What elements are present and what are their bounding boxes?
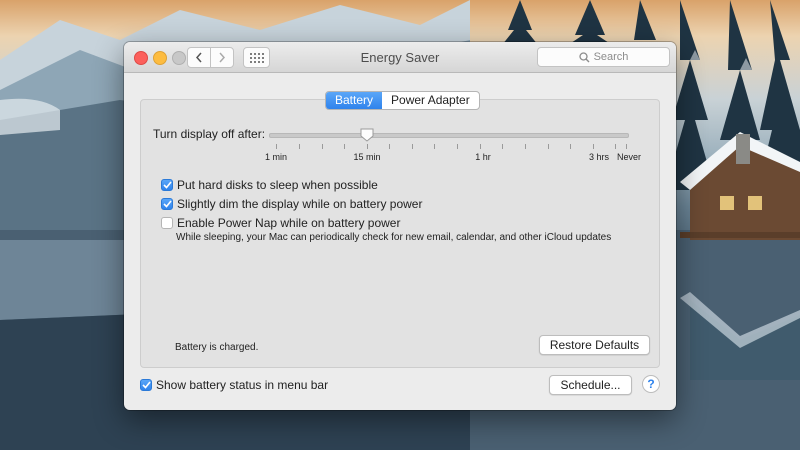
slider-tick — [593, 144, 594, 149]
slider-tick — [276, 144, 277, 149]
option-label: Enable Power Nap while on battery power — [177, 216, 401, 230]
checkmark-icon — [141, 381, 151, 389]
title-bar[interactable]: Energy Saver Search — [124, 42, 676, 73]
slider-tick-label: 1 hr — [475, 152, 491, 162]
option-label: Show battery status in menu bar — [156, 378, 329, 392]
slider-tick-label: 1 min — [264, 152, 288, 162]
slider-tick — [525, 144, 526, 149]
option-show-battery-status[interactable]: Show battery status in menu bar — [140, 378, 328, 392]
checkbox[interactable] — [161, 179, 173, 191]
slider-tick — [344, 144, 345, 149]
search-icon — [578, 51, 590, 62]
tab-power-adapter[interactable]: Power Adapter — [382, 92, 479, 109]
option-dim-display[interactable]: Slightly dim the display while on batter… — [161, 197, 422, 211]
help-icon[interactable]: ? — [642, 375, 660, 393]
slider-tick — [389, 144, 390, 149]
checkbox[interactable] — [161, 198, 173, 210]
option-hard-disk-sleep[interactable]: Put hard disks to sleep when possible — [161, 178, 378, 192]
slider-tick — [322, 144, 323, 149]
search-placeholder: Search — [593, 51, 629, 63]
slider-tick — [299, 144, 300, 149]
slider-tick-label: 3 hrs — [588, 152, 610, 162]
tab-battery[interactable]: Battery — [326, 92, 383, 109]
battery-status-text: Battery is charged. — [175, 342, 259, 353]
display-off-slider-track[interactable] — [269, 133, 629, 138]
slider-tick — [502, 144, 503, 149]
slider-tick — [480, 144, 481, 149]
schedule-button[interactable]: Schedule... — [549, 375, 632, 395]
display-off-label: Turn display off after: — [153, 127, 266, 141]
slider-tick — [626, 144, 627, 149]
checkmark-icon — [162, 200, 172, 208]
slider-tick-label: Never — [616, 152, 642, 162]
tab-control: Battery Power Adapter — [325, 91, 480, 110]
checkmark-icon — [162, 181, 172, 189]
slider-tick — [434, 144, 435, 149]
search-field[interactable]: Search — [537, 47, 670, 67]
power-nap-description: While sleeping, your Mac can periodicall… — [176, 232, 612, 243]
slider-tick — [412, 144, 413, 149]
option-power-nap[interactable]: Enable Power Nap while on battery power — [161, 216, 400, 230]
option-label: Put hard disks to sleep when possible — [177, 178, 378, 192]
slider-tick — [570, 144, 571, 149]
energy-saver-window: Energy Saver Search Battery Power Adapte… — [124, 42, 676, 410]
slider-tick — [367, 144, 368, 149]
option-label: Slightly dim the display while on batter… — [177, 197, 423, 211]
slider-tick — [457, 144, 458, 149]
slider-tick — [548, 144, 549, 149]
restore-defaults-button[interactable]: Restore Defaults — [539, 335, 650, 355]
checkbox[interactable] — [140, 379, 152, 391]
checkbox[interactable] — [161, 217, 173, 229]
slider-tick-label: 15 min — [353, 152, 381, 162]
display-off-slider-knob[interactable] — [360, 128, 374, 142]
slider-tick — [615, 144, 616, 149]
